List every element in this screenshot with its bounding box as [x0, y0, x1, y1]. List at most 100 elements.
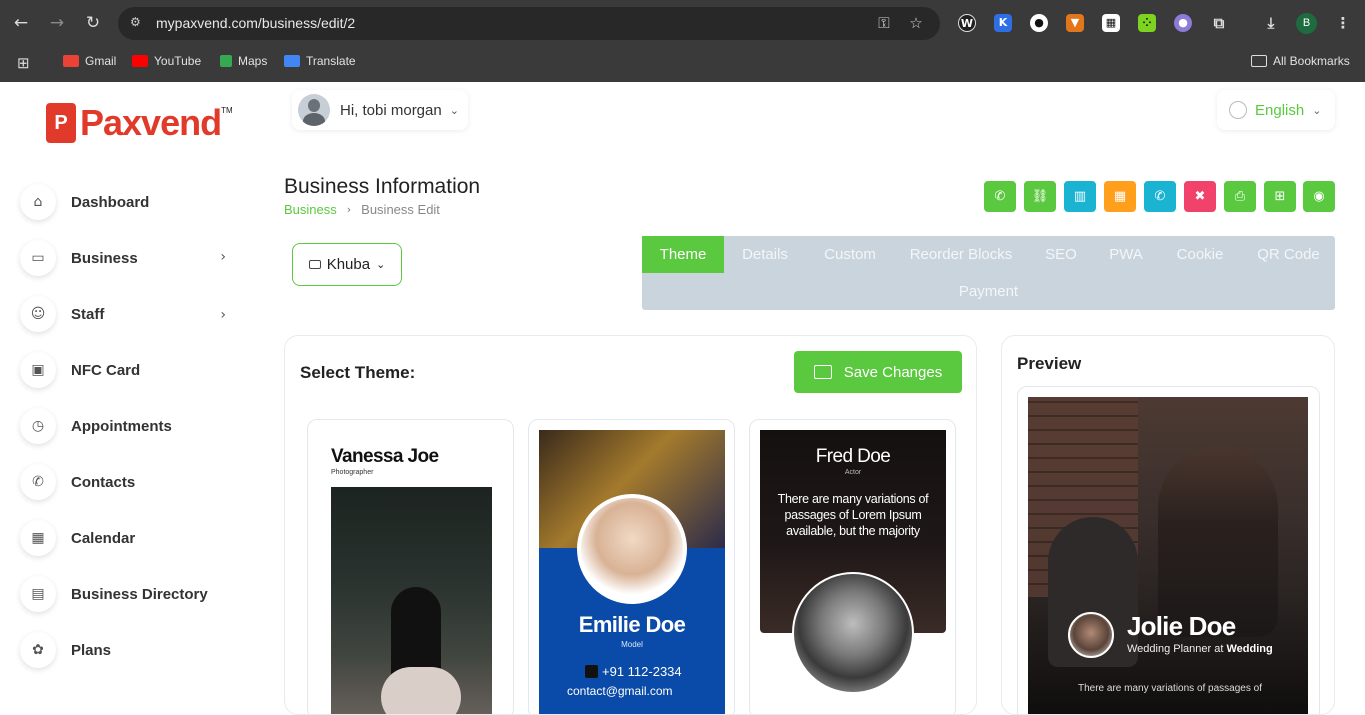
analytics-button[interactable]: ▥ [1064, 181, 1096, 212]
theme-card-name: Emilie Doe [578, 612, 686, 637]
youtube-icon [132, 55, 148, 67]
theme-card-portrait [792, 572, 914, 694]
url-text[interactable]: mypaxvend.com/business/edit/2 [156, 15, 355, 31]
eye-icon: ◉ [1313, 189, 1325, 204]
bookmark-maps[interactable]: Maps [220, 54, 267, 68]
extension-k-icon[interactable]: K [994, 14, 1012, 32]
maps-icon [220, 55, 232, 67]
theme-card-role: Photographer [331, 469, 374, 476]
theme-card-role: Actor [844, 469, 862, 476]
tab-payment[interactable]: Payment [642, 273, 1335, 310]
tab-qr-code[interactable]: QR Code [1242, 236, 1335, 273]
business-card-icon: ▭ [20, 240, 56, 276]
nfc-icon: ▣ [20, 352, 56, 388]
address-bar[interactable]: ⚙ mypaxvend.com/business/edit/2 ⚿ ☆ [118, 7, 940, 40]
theme-option-3[interactable]: Fred Doe Actor There are many variations… [749, 419, 956, 714]
theme-card-photo [331, 487, 492, 714]
sidebar-item-plans[interactable]: ✿ Plans [20, 630, 240, 670]
link-icon: ⛓ [1031, 189, 1049, 204]
all-bookmarks[interactable]: All Bookmarks [1251, 54, 1350, 68]
back-icon[interactable]: ← [11, 13, 31, 33]
translate-icon [284, 55, 300, 67]
sidebar-item-calendar[interactable]: ▦ Calendar [20, 518, 240, 558]
bookmark-gmail[interactable]: Gmail [63, 54, 116, 68]
preview-name: Jolie Doe [1127, 611, 1236, 641]
sidebar-item-staff[interactable]: ☺ Staff › [20, 294, 240, 334]
view-button[interactable]: ◉ [1303, 181, 1335, 212]
extension-game-icon[interactable]: ● [1030, 14, 1048, 32]
browser-toolbar: ← → ↻ ⚙ mypaxvend.com/business/edit/2 ⚿ … [0, 0, 1365, 46]
delete-button[interactable]: ✖ [1184, 181, 1216, 212]
password-key-icon[interactable]: ⚿ [875, 14, 893, 32]
appointment-button[interactable]: ▦ [1104, 181, 1136, 212]
extension-w-icon[interactable]: W [958, 14, 976, 32]
theme-card-portrait [577, 494, 687, 604]
breadcrumb-current: Business Edit [361, 202, 440, 217]
users-icon: ☺ [20, 296, 56, 332]
photo-figure-legs [381, 667, 461, 714]
print-button[interactable]: ⎙ [1224, 181, 1256, 212]
profile-avatar[interactable]: B [1296, 13, 1317, 34]
sidebar-item-dashboard[interactable]: ⌂ Dashboard [20, 182, 240, 222]
bookmark-star-icon[interactable]: ☆ [907, 14, 925, 32]
sidebar-item-business-directory[interactable]: ▤ Business Directory [20, 574, 240, 614]
tab-seo[interactable]: SEO [1028, 236, 1094, 273]
apps-grid-icon[interactable]: ⊞ [17, 54, 30, 72]
tab-reorder-blocks[interactable]: Reorder Blocks [894, 236, 1028, 273]
call-button[interactable]: ✆ [1144, 181, 1176, 212]
tab-custom[interactable]: Custom [806, 236, 894, 273]
save-changes-button[interactable]: Save Changes [794, 351, 962, 393]
preview-frame: Jolie Doe Wedding Planner at Wedding The… [1017, 386, 1320, 714]
calendar-icon: ▦ [20, 520, 56, 556]
qr-grid-icon: ⊞ [1274, 189, 1286, 204]
chevron-right-icon: › [346, 203, 352, 216]
site-info-icon[interactable]: ⚙ [130, 15, 146, 31]
preview-panel: Preview Jolie Doe Wedding Planner at Wed… [1001, 335, 1335, 715]
business-select[interactable]: Khuba ⌄ [292, 243, 402, 286]
chevron-right-icon: › [220, 249, 226, 265]
extension-grid-icon[interactable]: ▦ [1102, 14, 1120, 32]
bookmark-youtube[interactable]: YouTube [132, 54, 201, 68]
extension-fox-icon[interactable]: ▼ [1066, 14, 1084, 32]
qr-button[interactable]: ⊞ [1264, 181, 1296, 212]
theme-option-1[interactable]: Vanessa Joe Photographer [307, 419, 514, 714]
page-title: Business Information [284, 175, 481, 198]
forward-icon[interactable]: → [47, 13, 67, 33]
user-menu[interactable]: Hi, tobi morgan ⌄ [292, 90, 468, 130]
download-icon[interactable]: ⤓ [1262, 14, 1280, 32]
gmail-icon [63, 55, 79, 67]
sidebar-item-contacts[interactable]: ✆ Contacts [20, 462, 240, 502]
extensions-puzzle-icon[interactable]: ⧉ [1210, 14, 1228, 32]
browser-chrome: ← → ↻ ⚙ mypaxvend.com/business/edit/2 ⚿ … [0, 0, 1365, 82]
chevron-down-icon: ⌄ [376, 258, 386, 271]
bookmark-translate[interactable]: Translate [284, 54, 356, 68]
whatsapp-icon: ✆ [994, 189, 1006, 204]
whatsapp-button[interactable]: ✆ [984, 181, 1016, 212]
trash-icon: ✖ [1194, 189, 1206, 204]
breadcrumb-business-link[interactable]: Business [284, 202, 337, 218]
logo-text: Paxvend [80, 102, 222, 143]
select-theme-label: Select Theme: [300, 363, 416, 382]
theme-card-role: Model [621, 640, 643, 649]
sidebar-item-nfc-card[interactable]: ▣ NFC Card [20, 350, 240, 390]
tab-cookie[interactable]: Cookie [1158, 236, 1242, 273]
folder-icon [813, 365, 832, 379]
theme-panel: Select Theme: Save Changes Vanessa Joe P… [284, 335, 977, 715]
theme-card-phone: +91 112-2334 [585, 664, 682, 679]
tab-pwa[interactable]: PWA [1094, 236, 1158, 273]
menu-kebab-icon[interactable]: ⋮ [1334, 14, 1352, 32]
language-selector[interactable]: English ⌄ [1217, 90, 1335, 130]
sidebar-item-business[interactable]: ▭ Business › [20, 238, 240, 278]
theme-card-email: contact@gmail.com [567, 684, 673, 698]
calendar-icon: ▦ [1113, 189, 1127, 204]
theme-option-2[interactable]: Emilie Doe Model +91 112-2334 contact@gm… [528, 419, 735, 714]
reload-icon[interactable]: ↻ [83, 13, 103, 33]
link-button[interactable]: ⛓ [1024, 181, 1056, 212]
tab-theme[interactable]: Theme [642, 236, 724, 273]
extension-cloud-icon[interactable]: ● [1174, 14, 1192, 32]
paxvend-logo[interactable]: P Paxvend TM [46, 102, 233, 144]
theme-card-name: Fred Doe [815, 446, 891, 467]
sidebar-item-appointments[interactable]: ◷ Appointments [20, 406, 240, 446]
extension-dice-icon[interactable]: ⁘ [1138, 14, 1156, 32]
tab-details[interactable]: Details [724, 236, 806, 273]
